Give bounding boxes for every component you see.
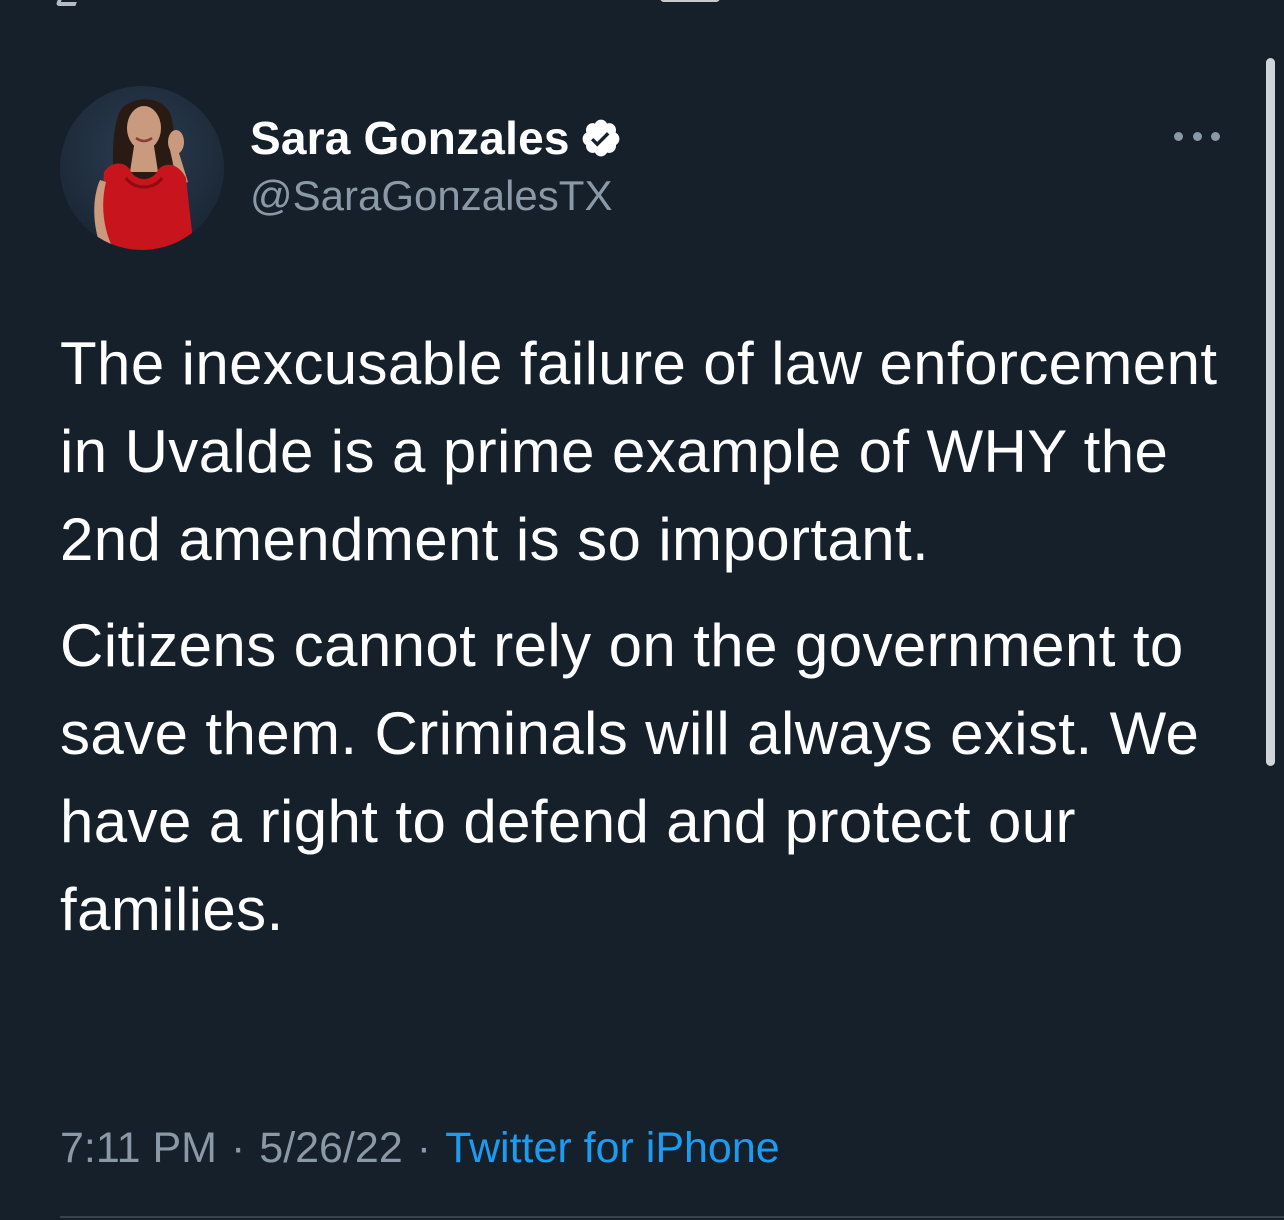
scrollbar[interactable] <box>1266 58 1275 766</box>
more-dot <box>1192 131 1202 141</box>
profile-photo-icon <box>60 86 224 250</box>
display-name[interactable]: Sara Gonzales <box>250 111 570 165</box>
tweet-source-link[interactable]: Twitter for iPhone <box>445 1124 780 1173</box>
tweet-metadata: 7:11 PM · 5/26/22 · Twitter for iPhone <box>60 1118 780 1178</box>
avatar[interactable] <box>60 86 224 250</box>
verified-badge-icon <box>580 117 622 159</box>
tweet-date[interactable]: 5/26/22 <box>259 1124 402 1173</box>
more-dot <box>1174 131 1183 141</box>
author-names[interactable]: Sara Gonzales @SaraGonzalesTX <box>250 112 622 220</box>
more-options-icon[interactable] <box>1174 128 1220 144</box>
tweet-header: Sara Gonzales @SaraGonzalesTX <box>60 86 1240 252</box>
author-handle[interactable]: @SaraGonzalesTX <box>250 172 622 220</box>
display-name-row: Sara Gonzales <box>250 112 622 164</box>
meta-separator: · <box>416 1123 432 1172</box>
back-arrow-icon[interactable] <box>55 0 81 6</box>
divider <box>60 1216 1284 1218</box>
more-dot <box>1211 131 1220 141</box>
tweet-paragraph: The inexcusable failure of law enforceme… <box>60 330 1218 573</box>
tweet-paragraph: Citizens cannot rely on the government t… <box>60 612 1200 943</box>
meta-separator: · <box>230 1123 246 1172</box>
nav-title-fragment <box>660 0 720 2</box>
tweet-time[interactable]: 7:11 PM <box>60 1124 217 1173</box>
tweet-text: The inexcusable failure of law enforceme… <box>60 320 1240 954</box>
top-nav-clipped <box>0 0 1284 12</box>
